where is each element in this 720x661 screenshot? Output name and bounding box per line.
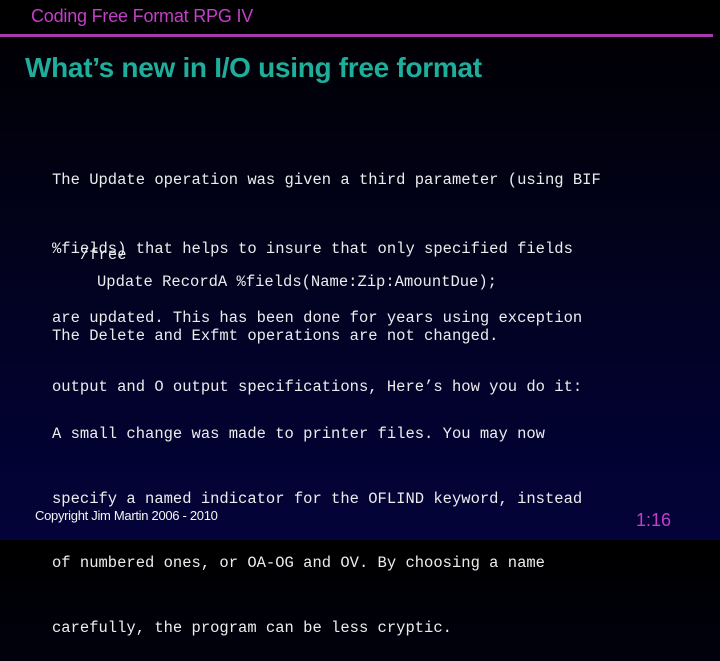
slide-number: 1:16 bbox=[636, 510, 672, 530]
code-free-directive: /free bbox=[80, 246, 127, 264]
paragraph-line: %fields) that helps to insure that only … bbox=[52, 240, 573, 258]
code-update-statement: Update RecordA %fields(Name:Zip:AmountDu… bbox=[97, 273, 497, 291]
header-divider bbox=[0, 34, 713, 37]
paragraph-delete-exfmt: The Delete and Exfmt operations are not … bbox=[52, 327, 499, 345]
paragraph-line: specify a named indicator for the OFLIND… bbox=[52, 489, 583, 508]
slide-title: What’s new in I/O using free format bbox=[25, 52, 482, 83]
paragraph-line: A small change was made to printer files… bbox=[52, 425, 545, 443]
course-title: Coding Free Format RPG IV bbox=[31, 6, 254, 26]
paragraph-line: carefully, the program can be less crypt… bbox=[52, 618, 452, 637]
footer-copyright: Copyright Jim Martin 2006 - 2010 bbox=[35, 508, 218, 523]
paragraph-line: The Update operation was given a third p… bbox=[52, 171, 601, 189]
paragraph-line: of numbered ones, or OA-OG and OV. By ch… bbox=[52, 554, 545, 572]
